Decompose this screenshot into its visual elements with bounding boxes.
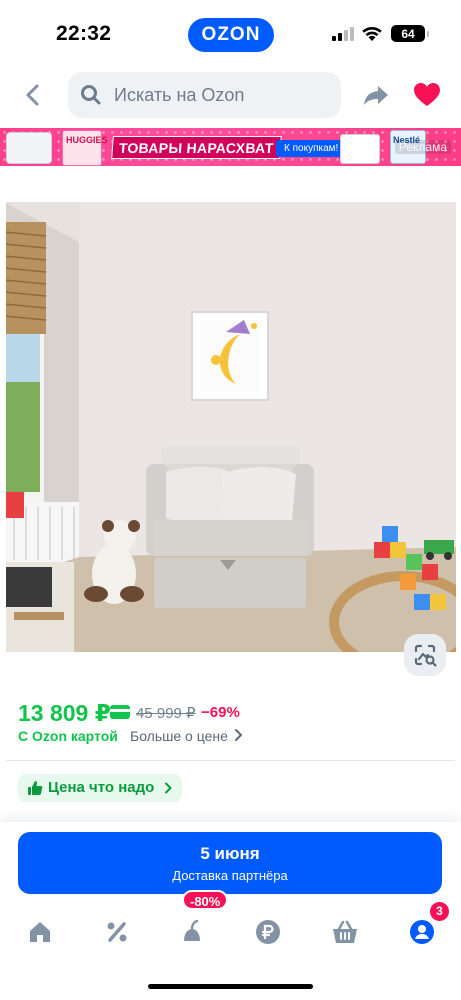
chevron-right-icon: [235, 729, 242, 741]
price-chip[interactable]: Цена что надо: [18, 774, 183, 802]
tab-home[interactable]: [20, 912, 60, 952]
tab-sales[interactable]: [97, 912, 137, 952]
share-icon[interactable]: [361, 80, 391, 110]
search-input[interactable]: Искать на Ozon: [68, 72, 341, 118]
status-bar: 22:32 OZON 64: [0, 0, 461, 68]
banner-product-image: [6, 132, 52, 164]
banner-product-image: HUGGIES: [62, 130, 108, 166]
old-price: 45 999 ₽: [136, 705, 196, 722]
divider: [6, 760, 455, 761]
add-to-cart-button[interactable]: 5 июня Доставка партнёра: [18, 832, 442, 894]
visual-search-button[interactable]: [404, 634, 446, 676]
wifi-icon: [362, 26, 382, 41]
profile-icon: [410, 920, 434, 944]
product-photo[interactable]: [6, 202, 456, 654]
ad-label: Реклама: [394, 140, 451, 154]
battery-indicator: 64: [391, 25, 429, 42]
delivery-subtitle: Доставка партнёра: [172, 868, 288, 883]
product-price: 13 809 ₽: [18, 700, 111, 726]
chevron-left-icon: [26, 84, 39, 106]
product-gallery[interactable]: [6, 172, 456, 686]
percent-icon: [107, 922, 127, 942]
price-chip-label: Цена что надо: [48, 779, 155, 796]
banner-product-brand: HUGGIES: [66, 135, 108, 145]
tab-bar: -80% 3: [0, 890, 461, 964]
signal-icon: [332, 27, 354, 41]
thumbs-up-icon: [28, 781, 43, 795]
back-button[interactable]: [18, 80, 48, 110]
cart-count-badge: 3: [430, 902, 449, 921]
ozon-card-icon: [110, 705, 130, 719]
tab-fresh[interactable]: -80%: [172, 890, 229, 952]
fresh-icon: [184, 919, 200, 941]
discount-badge: −69%: [201, 704, 240, 721]
promo-badge: -80%: [182, 890, 229, 910]
bottom-panel: 5 июня Доставка партнёра -80% 3: [0, 822, 461, 1000]
tab-cart[interactable]: [325, 912, 365, 952]
ad-banner[interactable]: HUGGIES ТОВАРЫ НАРАСХВАТ К покупкам! Nes…: [0, 128, 461, 166]
heart-icon[interactable]: [412, 80, 442, 110]
more-about-price-link[interactable]: Больше о цене: [130, 728, 228, 744]
ruble-icon: [256, 920, 280, 944]
image-search-icon: [414, 644, 437, 667]
tab-finance[interactable]: [248, 912, 288, 952]
basket-icon: [333, 920, 357, 943]
status-time: 22:32: [56, 22, 112, 45]
banner-title: ТОВАРЫ НАРАСХВАТ: [111, 136, 282, 159]
home-icon: [30, 922, 50, 942]
search-icon: [81, 85, 101, 105]
search-placeholder: Искать на Ozon: [114, 85, 245, 105]
tab-profile[interactable]: 3: [402, 902, 449, 952]
chevron-right-icon: [165, 782, 172, 794]
ozon-card-label: С Ozon картой: [18, 728, 118, 744]
home-indicator: [148, 984, 313, 989]
banner-product-image: [340, 134, 380, 164]
delivery-date: 5 июня: [200, 844, 260, 863]
ozon-logo[interactable]: OZON: [188, 18, 274, 52]
banner-cta-button[interactable]: К покупкам!: [276, 140, 347, 157]
